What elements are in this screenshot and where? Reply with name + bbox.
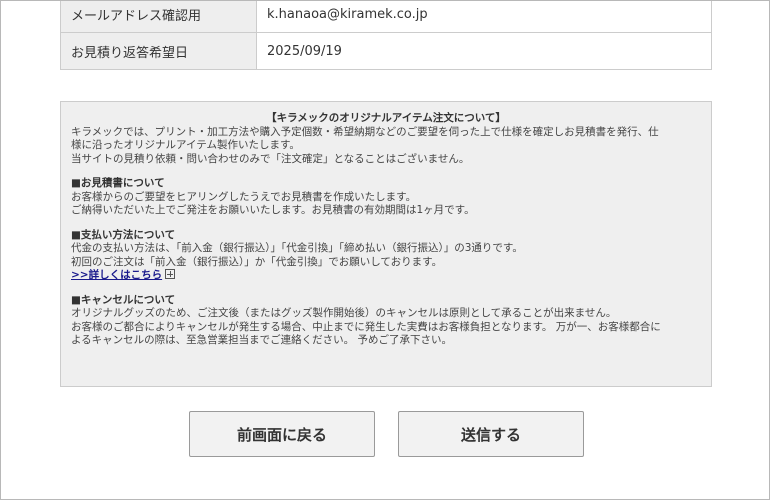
notice-intro: キラメックでは、プリント・加工方法や購入予定個数・希望納期などのご要望を伺った上… (71, 126, 701, 167)
plus-square-icon[interactable] (165, 269, 176, 279)
estimate-line: ご納得いただいた上でご発注をお願いいたします。お見積書の有効期間は1ヶ月です。 (71, 204, 475, 216)
payment-details-link[interactable]: >>詳しくはこちら (71, 269, 162, 281)
row-label-email-confirm: メールアドレス確認用 (60, 1, 257, 33)
confirm-table: メールアドレス確認用 k.hanaoa@kiramek.co.jp お見積り返答… (60, 1, 712, 70)
table-row: お見積り返答希望日 2025/09/19 (60, 32, 712, 70)
row-value-email-confirm: k.hanaoa@kiramek.co.jp (256, 1, 712, 33)
notice-payment-section: ■支払い方法について 代金の支払い方法は、「前入金（銀行振込）」「代金引換」「締… (71, 229, 701, 283)
notice-intro-line: 様に沿ったオリジナルアイテム製作いたします。 (71, 139, 300, 151)
estimate-line: お客様からのご要望をヒアリングしたうえでお見積書を作成いたします。 (71, 190, 417, 203)
send-button[interactable]: 送信する (398, 411, 584, 457)
payment-line: 初回のご注文は「前入金（銀行振込）」か「代金引換」でお願いしております。 (71, 255, 443, 268)
estimate-heading: ■お見積書について (71, 177, 165, 189)
notice-intro-line: 当サイトの見積り依頼・問い合わせのみで「注文確定」となることはございません。 (71, 152, 470, 165)
row-value-reply-date: 2025/09/19 (256, 32, 712, 70)
notice-estimate-section: ■お見積書について お客様からのご要望をヒアリングしたうえでお見積書を作成いたし… (71, 177, 701, 218)
notice-cancel-section: ■キャンセルについて オリジナルグッズのため、ご注文後（またはグッズ製作開始後）… (71, 294, 701, 348)
page-frame: メールアドレス確認用 k.hanaoa@kiramek.co.jp お見積り返答… (0, 0, 770, 500)
cancel-line: オリジナルグッズのため、ご注文後（またはグッズ製作開始後）のキャンセルは原則とし… (71, 307, 617, 319)
cancel-heading: ■キャンセルについて (71, 293, 176, 306)
table-row: メールアドレス確認用 k.hanaoa@kiramek.co.jp (60, 1, 712, 33)
row-label-reply-date: お見積り返答希望日 (60, 32, 257, 70)
notice-intro-line: キラメックでは、プリント・加工方法や購入予定個数・希望納期などのご要望を伺った上… (71, 125, 659, 138)
payment-more-row: >>詳しくはこちら (71, 269, 701, 283)
notice-title: 【キラメックのオリジナルアイテム注文について】 (266, 112, 506, 124)
back-button[interactable]: 前画面に戻る (189, 411, 375, 457)
payment-heading: ■支払い方法について (71, 228, 176, 241)
payment-line: 代金の支払い方法は、「前入金（銀行振込）」「代金引換」「締め払い（銀行振込）」の… (71, 242, 523, 254)
order-notice-box: 【キラメックのオリジナルアイテム注文について】 キラメックでは、プリント・加工方… (60, 101, 712, 387)
cancel-line: よるキャンセルの際は、至急営業担当までご連絡ください。 予めご了承下さい。 (71, 334, 453, 346)
cancel-line: お客様のご都合によりキャンセルが発生する場合、中止までに発生した実費はお客様負担… (71, 320, 661, 333)
